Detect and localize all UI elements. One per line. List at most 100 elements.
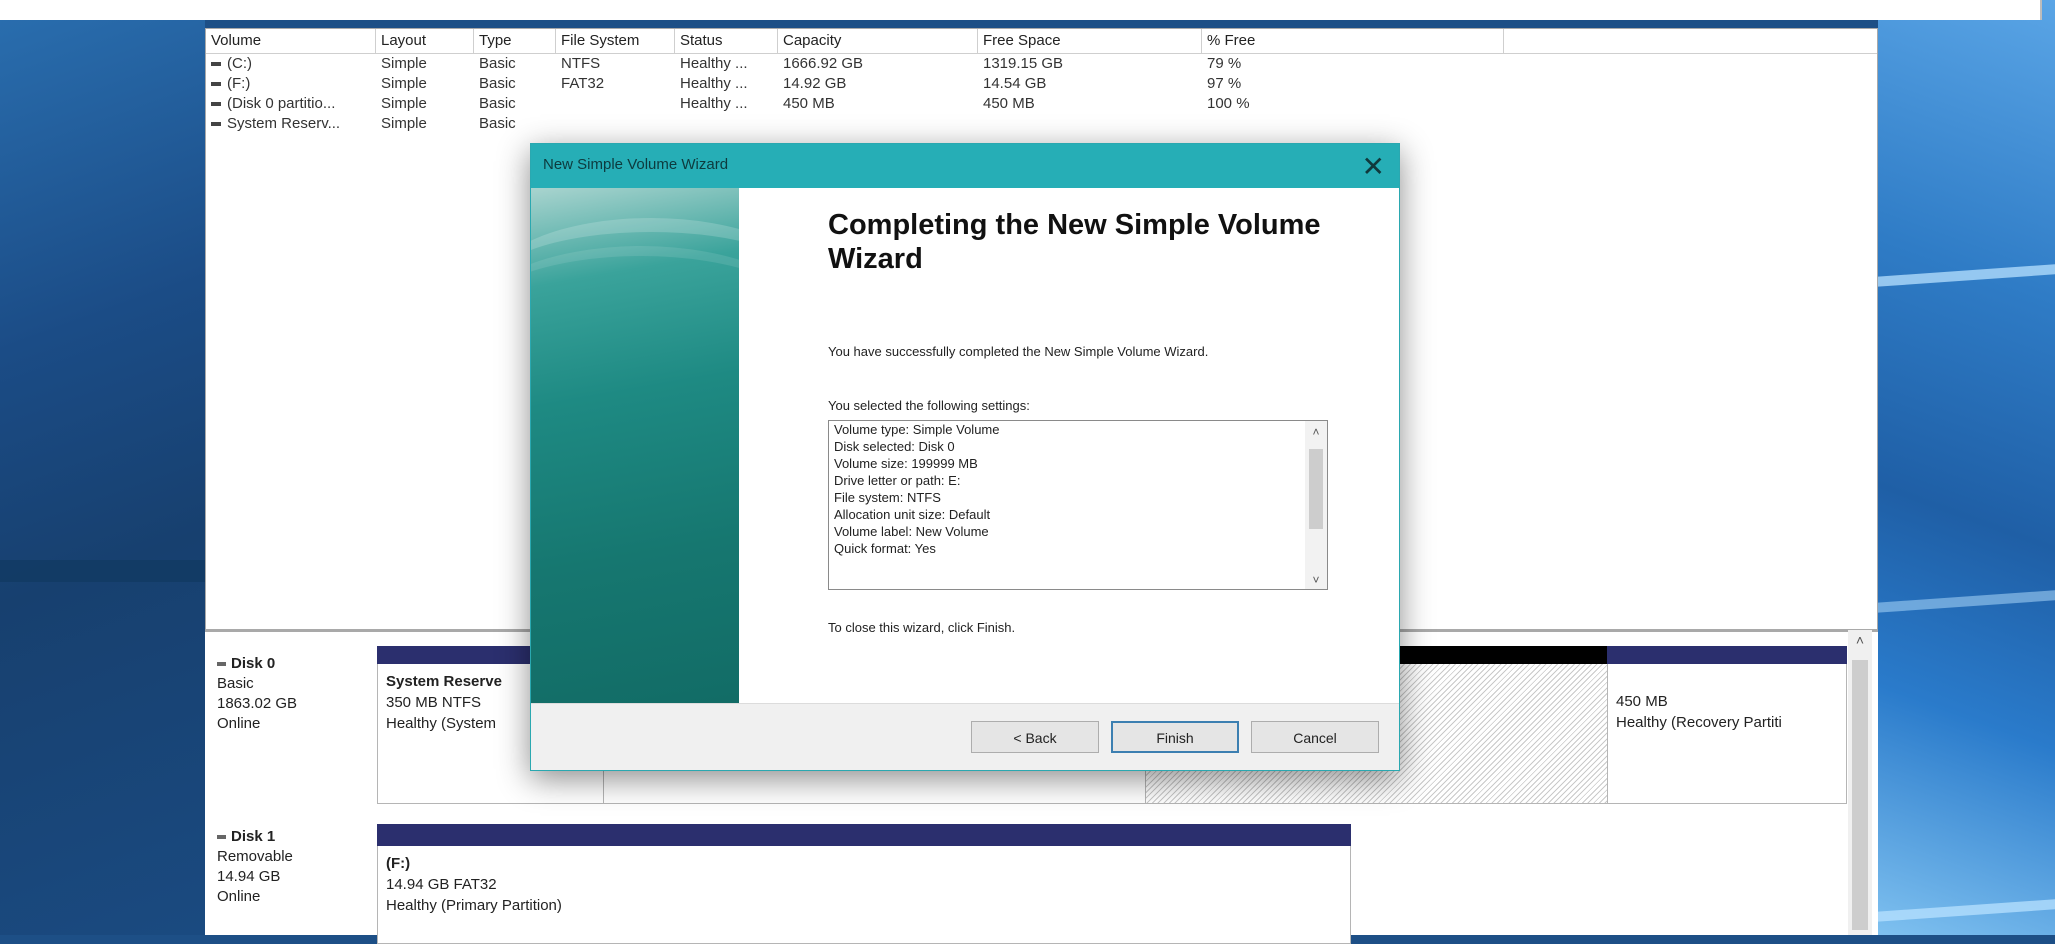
capacity-cell: 450 MB — [783, 95, 835, 112]
dialog-title: New Simple Volume Wizard — [543, 156, 729, 173]
file-system-cell: FAT32 — [561, 75, 605, 92]
volume-icon — [211, 82, 221, 87]
partition-status: Healthy (Recovery Partiti — [1616, 714, 1782, 731]
volume-name: (C:) — [227, 55, 252, 72]
dialog-titlebar[interactable]: New Simple Volume Wizard ✕ — [531, 144, 1399, 188]
settings-list-scrollbar[interactable]: ˄ ˅ — [1305, 421, 1327, 589]
disk-map-scrollbar[interactable]: ˄ — [1848, 630, 1872, 935]
column-header-volume[interactable]: Volume — [206, 29, 376, 53]
type-cell: Basic — [479, 55, 516, 72]
list-item: Allocation unit size: Default — [834, 507, 991, 522]
partition-size: 14.94 GB FAT32 — [386, 876, 497, 893]
finish-button[interactable]: Finish — [1111, 721, 1239, 753]
table-row[interactable]: (Disk 0 partitio... Simple Basic Healthy… — [206, 94, 1877, 114]
status-cell: Healthy ... — [680, 75, 748, 92]
partition-size: 350 MB NTFS — [386, 694, 482, 711]
status-cell: Healthy ... — [680, 95, 748, 112]
percent-free-cell: 100 % — [1207, 95, 1250, 112]
close-icon[interactable]: ✕ — [1362, 150, 1385, 183]
volume-name: (Disk 0 partitio... — [227, 95, 336, 112]
column-header-free-space[interactable]: Free Space — [978, 29, 1202, 53]
partition-text: 450 MB Healthy (Recovery Partiti — [1616, 691, 1782, 733]
list-item: Quick format: Yes — [834, 541, 936, 556]
disk-type: Removable — [217, 848, 293, 865]
partition-title: System Reserve — [386, 673, 502, 690]
free-space-cell: 14.54 GB — [983, 75, 1047, 92]
disk-icon — [217, 662, 226, 667]
scrollbar-thumb[interactable] — [1309, 449, 1323, 529]
banner-decoration — [531, 246, 739, 396]
scrollbar-thumb[interactable] — [1852, 660, 1868, 930]
wizard-intro-text: You have successfully completed the New … — [828, 344, 1209, 359]
file-system-cell: NTFS — [561, 55, 601, 72]
disk-size: 14.94 GB — [217, 868, 281, 885]
partition-status: Healthy (Primary Partition) — [386, 897, 562, 914]
volume-cell: System Reserv... — [206, 114, 376, 134]
wizard-heading: Completing the New Simple Volume Wizard — [828, 209, 1321, 275]
capacity-cell: 1666.92 GB — [783, 55, 864, 72]
disk-1-label[interactable]: Disk 1 Removable 14.94 GB Online — [217, 827, 293, 907]
partition-recovery[interactable]: 450 MB Healthy (Recovery Partiti — [1607, 646, 1847, 804]
table-row[interactable]: (F:) Simple Basic FAT32 Healthy ... 14.9… — [206, 74, 1877, 94]
chevron-down-icon[interactable]: ˅ — [1305, 573, 1327, 587]
column-header-file-system[interactable]: File System — [556, 29, 675, 53]
volume-name: (F:) — [227, 75, 251, 92]
new-simple-volume-wizard-dialog: New Simple Volume Wizard ✕ Completing th… — [530, 143, 1400, 771]
partition-size: 450 MB — [1616, 693, 1668, 710]
table-row[interactable]: (C:) Simple Basic NTFS Healthy ... 1666.… — [206, 54, 1877, 74]
wizard-side-banner — [531, 188, 739, 703]
column-header-type[interactable]: Type — [474, 29, 556, 53]
settings-list[interactable]: Volume type: Simple Volume Disk selected… — [828, 420, 1328, 590]
column-header-status[interactable]: Status — [675, 29, 778, 53]
percent-free-cell: 97 % — [1207, 75, 1242, 92]
free-space-cell: 1319.15 GB — [983, 55, 1064, 72]
free-space-cell: 450 MB — [983, 95, 1035, 112]
volume-cell: (F:) — [206, 74, 376, 94]
back-button[interactable]: < Back — [971, 721, 1099, 753]
column-header-layout[interactable]: Layout — [376, 29, 474, 53]
layout-cell: Simple — [381, 115, 427, 132]
cancel-button[interactable]: Cancel — [1251, 721, 1379, 753]
file-system-cell — [556, 94, 675, 114]
layout-cell: Simple — [381, 55, 427, 72]
volume-cell: (C:) — [206, 54, 376, 74]
partition-bar — [1607, 646, 1847, 664]
volume-list-header: Volume Layout Type File System Status Ca… — [206, 29, 1877, 54]
volume-icon — [211, 102, 221, 107]
partition-text: System Reserve 350 MB NTFS Healthy (Syst… — [386, 671, 502, 734]
disk-name: Disk 0 — [231, 655, 276, 672]
column-header-capacity[interactable]: Capacity — [778, 29, 978, 53]
list-item: Volume type: Simple Volume — [834, 422, 1000, 437]
scroll-up-arrow-icon[interactable]: ˄ — [1848, 632, 1872, 648]
disk-status: Online — [217, 715, 261, 732]
status-cell: Healthy ... — [680, 55, 748, 72]
disk-icon — [217, 835, 226, 840]
list-item: Disk selected: Disk 0 — [834, 439, 955, 454]
layout-cell: Simple — [381, 95, 427, 112]
disk-size: 1863.02 GB — [217, 695, 298, 712]
disk-name: Disk 1 — [231, 828, 276, 845]
percent-free-cell: 79 % — [1207, 55, 1242, 72]
disk-0-label[interactable]: Disk 0 Basic 1863.02 GB Online — [217, 654, 297, 734]
list-item: Drive letter or path: E: — [834, 473, 961, 488]
dialog-body: Completing the New Simple Volume Wizard … — [531, 188, 1399, 704]
list-item: File system: NTFS — [834, 490, 941, 505]
partition-title: (F:) — [386, 855, 411, 872]
table-row[interactable]: System Reserv... Simple Basic — [206, 114, 1877, 134]
volume-icon — [211, 62, 221, 67]
volume-cell: (Disk 0 partitio... — [206, 94, 376, 114]
partition-f-drive[interactable]: (F:) 14.94 GB FAT32 Healthy (Primary Par… — [377, 824, 1351, 944]
list-item: Volume size: 199999 MB — [834, 456, 978, 471]
volume-icon — [211, 122, 221, 127]
layout-cell: Simple — [381, 75, 427, 92]
partition-bar — [377, 824, 1351, 846]
window-top-strip — [0, 0, 2042, 20]
partition-status: Healthy (System — [386, 715, 497, 732]
chevron-up-icon[interactable]: ˄ — [1305, 425, 1327, 439]
settings-label: You selected the following settings: — [828, 398, 1030, 413]
partition-text: (F:) 14.94 GB FAT32 Healthy (Primary Par… — [386, 853, 562, 916]
column-header-percent-free[interactable]: % Free — [1202, 29, 1504, 53]
type-cell: Basic — [479, 115, 516, 132]
volume-name: System Reserv... — [227, 115, 341, 132]
capacity-cell: 14.92 GB — [783, 75, 847, 92]
